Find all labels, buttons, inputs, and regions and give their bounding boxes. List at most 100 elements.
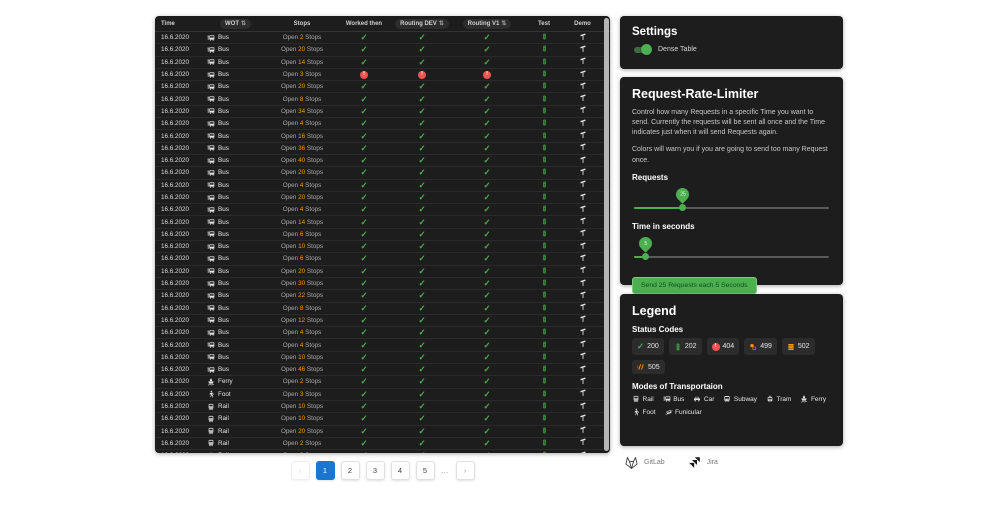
- cell-test[interactable]: [522, 143, 566, 154]
- check-icon: ✓: [360, 327, 367, 337]
- cell-time: 16.6.2020: [155, 391, 203, 398]
- cell-demo[interactable]: [566, 217, 599, 227]
- cell-time: 16.6.2020: [155, 59, 203, 66]
- cell-test[interactable]: [522, 450, 566, 453]
- column-header-wot[interactable]: WOT⇅: [203, 19, 268, 29]
- cell-demo[interactable]: [566, 352, 599, 362]
- requests-slider[interactable]: 25: [634, 186, 829, 216]
- column-header-routing-dev[interactable]: Routing DEV⇅: [392, 19, 452, 29]
- pagination-next-button[interactable]: ›: [456, 461, 475, 480]
- cell-demo[interactable]: [566, 119, 599, 129]
- pagination-page-5[interactable]: 5: [416, 461, 435, 480]
- cell-test[interactable]: [522, 401, 566, 412]
- cell-test[interactable]: [522, 57, 566, 68]
- cell-demo[interactable]: [566, 205, 599, 215]
- cell-test[interactable]: [522, 352, 566, 363]
- table-scrollbar[interactable]: [604, 18, 609, 451]
- cell-test[interactable]: [522, 118, 566, 129]
- cell-test[interactable]: [522, 266, 566, 277]
- cell-demo[interactable]: [566, 242, 599, 252]
- cell-demo[interactable]: [566, 45, 599, 55]
- cell-demo[interactable]: [566, 303, 599, 313]
- cell-test[interactable]: [522, 389, 566, 400]
- cell-test[interactable]: [522, 81, 566, 92]
- cell-test[interactable]: [522, 438, 566, 449]
- time-slider-thumb[interactable]: [642, 253, 649, 260]
- cell-demo[interactable]: [566, 402, 599, 412]
- pagination-page-2[interactable]: 2: [341, 461, 360, 480]
- cell-demo[interactable]: [566, 426, 599, 436]
- cell-test[interactable]: [522, 204, 566, 215]
- check-icon: ✓: [483, 155, 490, 165]
- cell-test[interactable]: [522, 69, 566, 80]
- cell-demo[interactable]: [566, 279, 599, 289]
- cell-test[interactable]: [522, 241, 566, 252]
- cell-test[interactable]: [522, 278, 566, 289]
- cell-demo[interactable]: [566, 377, 599, 387]
- cell-test[interactable]: [522, 32, 566, 43]
- dense-table-toggle[interactable]: [632, 45, 652, 54]
- cell-test[interactable]: [522, 180, 566, 191]
- cell-demo[interactable]: [566, 193, 599, 203]
- cell-test[interactable]: [522, 155, 566, 166]
- cell-demo[interactable]: [566, 365, 599, 375]
- cell-demo[interactable]: [566, 414, 599, 424]
- cell-wot: Bus: [203, 107, 268, 115]
- cell-demo[interactable]: [566, 315, 599, 325]
- cell-demo[interactable]: [566, 106, 599, 116]
- cell-test[interactable]: [522, 426, 566, 437]
- cell-wot: Bus: [203, 34, 268, 42]
- cell-demo[interactable]: [566, 451, 599, 453]
- cell-test[interactable]: [522, 303, 566, 314]
- send-requests-button[interactable]: Send 25 Requests each 5 Seconds: [632, 277, 757, 294]
- cell-test[interactable]: [522, 413, 566, 424]
- cell-test[interactable]: [522, 290, 566, 301]
- time-slider[interactable]: 5: [634, 235, 829, 265]
- cell-test[interactable]: [522, 44, 566, 55]
- time-slider-track[interactable]: [634, 256, 829, 258]
- cell-demo[interactable]: [566, 156, 599, 166]
- cell-demo[interactable]: [566, 57, 599, 67]
- cell-worked-then: ✓: [336, 253, 392, 264]
- bus-icon: [207, 353, 215, 361]
- cell-test[interactable]: [522, 94, 566, 105]
- cell-demo[interactable]: [566, 229, 599, 239]
- cell-demo[interactable]: [566, 180, 599, 190]
- cell-test[interactable]: [522, 340, 566, 351]
- cell-demo[interactable]: [566, 340, 599, 350]
- cell-test[interactable]: [522, 315, 566, 326]
- pagination-page-4[interactable]: 4: [391, 461, 410, 480]
- cell-test[interactable]: [522, 253, 566, 264]
- cell-demo[interactable]: [566, 82, 599, 92]
- cell-demo[interactable]: [566, 143, 599, 153]
- cell-test[interactable]: [522, 364, 566, 375]
- cell-test[interactable]: [522, 217, 566, 228]
- cell-test[interactable]: [522, 376, 566, 387]
- cell-demo[interactable]: [566, 168, 599, 178]
- pagination-page-3[interactable]: 3: [366, 461, 385, 480]
- gitlab-link[interactable]: GitLab: [624, 455, 665, 470]
- cell-demo[interactable]: [566, 328, 599, 338]
- requests-slider-thumb[interactable]: [679, 204, 686, 211]
- cell-demo[interactable]: [566, 94, 599, 104]
- pagination-prev-button[interactable]: ‹: [291, 461, 310, 480]
- cell-test[interactable]: [522, 106, 566, 117]
- column-header-routing-v1[interactable]: Routing V1⇅: [452, 19, 522, 29]
- cell-test[interactable]: [522, 229, 566, 240]
- cell-demo[interactable]: [566, 438, 599, 448]
- cell-demo[interactable]: [566, 389, 599, 399]
- cell-worked-then: ✓: [336, 81, 392, 92]
- pagination-page-1[interactable]: 1: [316, 461, 335, 480]
- cell-demo[interactable]: [566, 131, 599, 141]
- cell-test[interactable]: [522, 192, 566, 203]
- check-icon: ✓: [418, 94, 425, 104]
- cell-demo[interactable]: [566, 254, 599, 264]
- cell-demo[interactable]: [566, 291, 599, 301]
- cell-test[interactable]: [522, 131, 566, 142]
- cell-demo[interactable]: [566, 33, 599, 43]
- cell-test[interactable]: [522, 327, 566, 338]
- cell-demo[interactable]: [566, 70, 599, 80]
- cell-test[interactable]: [522, 167, 566, 178]
- cell-demo[interactable]: [566, 266, 599, 276]
- jira-link[interactable]: Jira: [687, 455, 718, 470]
